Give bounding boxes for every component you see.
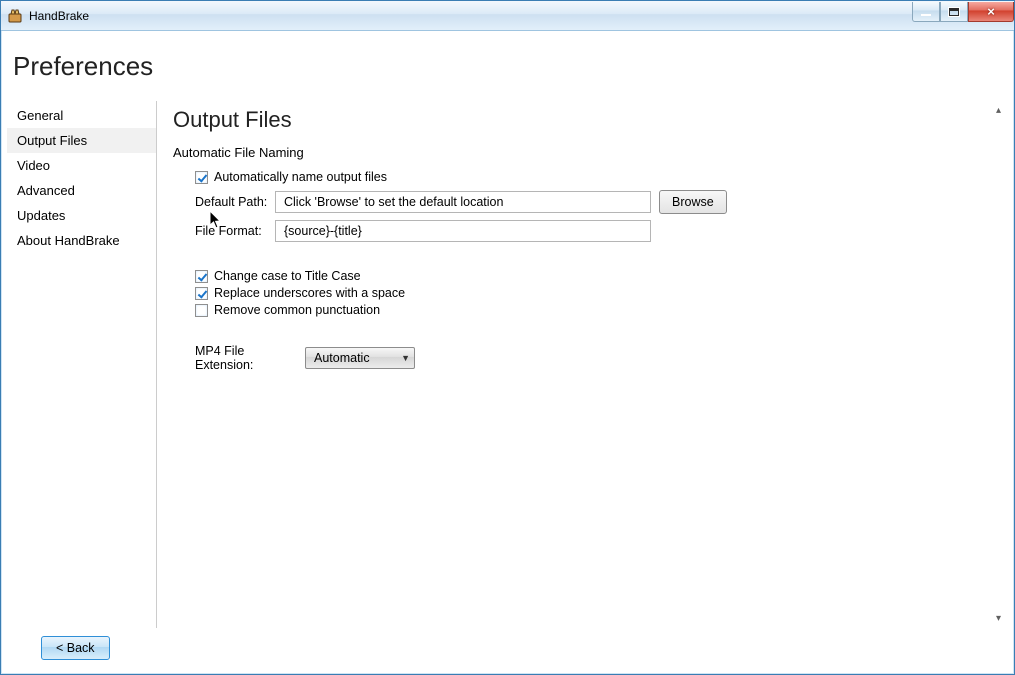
footer: < Back [7,628,1008,668]
mp4-ext-value: Automatic [314,351,370,365]
punctuation-label: Remove common punctuation [214,303,380,317]
mp4-ext-select[interactable]: Automatic ▼ [305,347,415,369]
sidebar-item-advanced[interactable]: Advanced [7,178,156,203]
auto-name-row: Automatically name output files [195,170,992,184]
file-format-label: File Format: [195,224,275,238]
default-path-input[interactable] [275,191,651,213]
titlebar[interactable]: HandBrake × [1,1,1014,31]
mp4-ext-label: MP4 File Extension: [195,344,305,372]
sidebar: General Output Files Video Advanced Upda… [7,101,157,628]
page-title: Preferences [7,37,1008,96]
file-format-row: File Format: [195,220,992,242]
chevron-down-icon: ▼ [401,353,410,363]
title-case-checkbox[interactable] [195,270,208,283]
section-title: Output Files [173,107,992,133]
auto-naming-block: Automatically name output files Default … [195,170,992,372]
sidebar-item-general[interactable]: General [7,103,156,128]
title-case-row: Change case to Title Case [195,269,992,283]
default-path-label: Default Path: [195,195,275,209]
underscores-checkbox[interactable] [195,287,208,300]
auto-name-label: Automatically name output files [214,170,387,184]
scroll-down-icon[interactable]: ▾ [991,611,1006,626]
auto-name-checkbox[interactable] [195,171,208,184]
punctuation-row: Remove common punctuation [195,303,992,317]
sidebar-item-video[interactable]: Video [7,153,156,178]
default-path-row: Default Path: Browse [195,190,992,214]
mp4-ext-row: MP4 File Extension: Automatic ▼ [195,344,992,372]
underscores-label: Replace underscores with a space [214,286,405,300]
maximize-button[interactable] [940,2,968,22]
title-case-label: Change case to Title Case [214,269,361,283]
main-panel: ▴ ▾ Output Files Automatic File Naming A… [157,101,1008,628]
app-window: HandBrake × Preferences General Output F… [0,0,1015,675]
sidebar-item-updates[interactable]: Updates [7,203,156,228]
back-button[interactable]: < Back [41,636,110,660]
sidebar-item-output-files[interactable]: Output Files [7,128,156,153]
file-format-input[interactable] [275,220,651,242]
client-area: Preferences General Output Files Video A… [7,37,1008,668]
close-button[interactable]: × [968,2,1014,22]
browse-button[interactable]: Browse [659,190,727,214]
minimize-button[interactable] [912,2,940,22]
scroll-up-icon[interactable]: ▴ [991,103,1006,118]
underscores-row: Replace underscores with a space [195,286,992,300]
window-controls: × [912,1,1014,22]
punctuation-checkbox[interactable] [195,304,208,317]
app-icon [7,8,23,24]
sidebar-item-about[interactable]: About HandBrake [7,228,156,253]
window-title: HandBrake [29,9,89,23]
subheading: Automatic File Naming [173,145,992,160]
content: General Output Files Video Advanced Upda… [7,101,1008,628]
